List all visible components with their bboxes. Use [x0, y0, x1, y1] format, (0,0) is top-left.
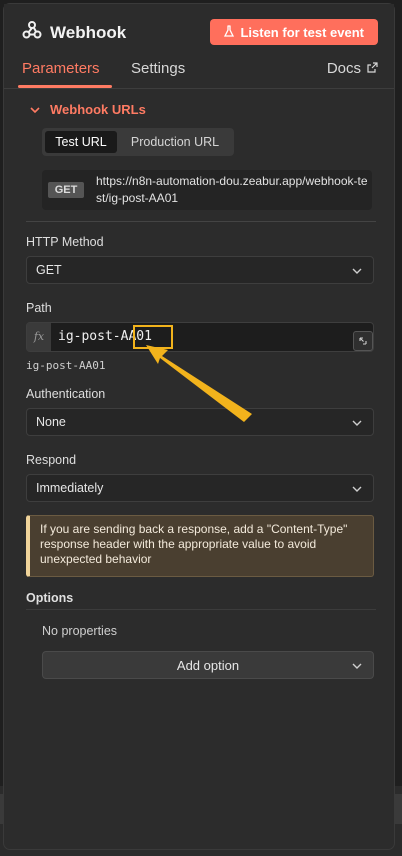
webhook-urls-title: Webhook URLs	[50, 102, 146, 117]
path-preview: ig-post-AA01	[26, 359, 106, 372]
docs-label: Docs	[326, 60, 361, 77]
chevron-down-icon	[351, 264, 363, 282]
open-expression-editor-button[interactable]	[353, 331, 373, 351]
title-row: Webhook	[22, 20, 126, 45]
listen-for-test-event-button[interactable]: Listen for test event	[210, 19, 378, 45]
content-type-notice: If you are sending back a response, add …	[26, 515, 374, 577]
production-url-button[interactable]: Production URL	[120, 131, 230, 153]
webhook-urls-toggle[interactable]: Webhook URLs	[30, 102, 146, 117]
respond-value: Immediately	[36, 481, 104, 495]
docs-link[interactable]: Docs	[327, 60, 378, 77]
add-option-button[interactable]: Add option	[42, 651, 374, 679]
tab-settings[interactable]: Settings	[131, 60, 185, 77]
respond-select[interactable]: Immediately	[26, 474, 374, 502]
webhook-icon	[22, 20, 42, 45]
no-properties-text: No properties	[42, 624, 118, 638]
expand-icon	[359, 337, 367, 345]
chevron-down-icon	[351, 416, 363, 434]
http-method-value: GET	[36, 263, 62, 277]
expression-fx-icon: fx	[27, 323, 51, 351]
path-input[interactable]: fx ig-post-AA01	[26, 322, 374, 352]
highlight-annotation	[133, 325, 173, 349]
webhook-url-text[interactable]: https://n8n-automation-dou.zeabur.app/we…	[96, 173, 368, 207]
authentication-label: Authentication	[26, 387, 106, 401]
http-method-label: HTTP Method	[26, 235, 104, 249]
active-tab-indicator	[18, 85, 112, 88]
add-option-label: Add option	[176, 658, 240, 673]
chevron-down-icon	[351, 659, 363, 677]
http-method-select[interactable]: GET	[26, 256, 374, 284]
authentication-select[interactable]: None	[26, 408, 374, 436]
notice-text: If you are sending back a response, add …	[40, 522, 348, 566]
options-label: Options	[26, 591, 74, 605]
tab-parameters[interactable]: Parameters	[22, 60, 100, 77]
node-title: Webhook	[50, 22, 127, 42]
flask-icon	[224, 24, 235, 40]
test-url-button[interactable]: Test URL	[45, 131, 117, 153]
options-divider	[26, 609, 376, 610]
method-badge: GET	[48, 182, 84, 198]
section-divider	[26, 221, 376, 222]
path-label: Path	[26, 301, 52, 315]
chevron-down-icon	[30, 102, 40, 117]
chevron-down-icon	[351, 482, 363, 500]
webhook-url-box[interactable]: GET https://n8n-automation-dou.zeabur.ap…	[42, 170, 372, 210]
listen-button-label: Listen for test event	[240, 24, 364, 40]
webhook-node-panel: Webhook Listen for test event Parameters…	[4, 4, 394, 849]
panel-header: Webhook Listen for test event Parameters…	[4, 4, 394, 89]
tab-bar: Parameters Settings Docs	[4, 58, 394, 89]
authentication-value: None	[36, 415, 66, 429]
respond-label: Respond	[26, 453, 77, 467]
url-type-toggle: Test URL Production URL	[42, 128, 234, 156]
external-link-icon	[367, 60, 378, 77]
